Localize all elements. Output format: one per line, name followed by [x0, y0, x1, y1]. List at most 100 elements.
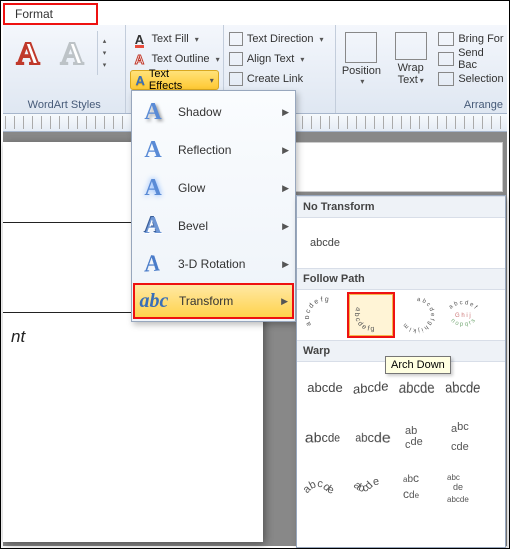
sample-text: abcde [310, 237, 340, 249]
text-fill-label: Text Fill [151, 33, 188, 45]
menu-item-shadow[interactable]: A Shadow ▶ [134, 93, 293, 131]
sample-text: abcde [398, 379, 435, 397]
selection-pane-button[interactable]: Selection [438, 69, 505, 88]
ring-inside-icon: abcde [395, 416, 439, 458]
position-icon [345, 32, 377, 63]
warp-option-10[interactable]: abcde [349, 466, 393, 508]
wrap-text-icon [395, 32, 427, 60]
sample-text: abcde [444, 378, 481, 396]
group-label-arrange: Arrange [464, 99, 503, 111]
text-effects-label: Text Effects [149, 68, 204, 92]
transform-option-circle[interactable]: a b c d e f g h i j k l m [395, 294, 439, 336]
menu-item-bevel[interactable]: A Bevel ▶ [134, 207, 293, 245]
align-text-label: Align Text [247, 53, 295, 65]
tooltip-arch-down: Arch Down [385, 356, 451, 374]
text-direction-button[interactable]: Text Direction ▾ [226, 29, 333, 49]
shadow-icon: A [144, 99, 161, 126]
arch-down-icon: a b c d e f g [351, 295, 391, 335]
text-effects-icon: A [135, 73, 144, 88]
create-link-label: Create Link [247, 73, 303, 85]
wordart-gallery-expand[interactable]: ▴ ▾ ▾ [97, 31, 111, 75]
section-follow-path: Follow Path [297, 268, 505, 290]
menu-label-shadow: Shadow [178, 105, 221, 119]
chevron-down-icon: ▾ [210, 76, 214, 85]
transform-option-none[interactable]: abcde [303, 222, 347, 264]
svg-text:abc: abc [403, 471, 419, 485]
menu-item-3d-rotation[interactable]: A 3-D Rotation ▶ [134, 245, 293, 283]
section-no-transform: No Transform [297, 196, 505, 218]
chevron-down-icon: ▾ [300, 55, 304, 64]
bring-forward-label: Bring For [458, 33, 503, 45]
arch-up-icon: a b c d e f g [305, 295, 345, 335]
svg-text:abcde: abcde [351, 476, 380, 495]
warp-option-12[interactable]: abcdeabcde [441, 466, 485, 508]
svg-text:cde: cde [451, 441, 469, 453]
send-backward-label: Send Bac [458, 47, 505, 71]
inflate-icon: abccde [395, 466, 439, 508]
bar-icon: ▾ [103, 61, 107, 69]
chevron-down-icon: ▾ [420, 76, 424, 85]
document-text-fragment: nt [11, 327, 25, 347]
button-path-icon: a b c d e fn o p q r sG h i j [443, 295, 483, 335]
warp-option-6[interactable]: abcde [349, 416, 393, 458]
transform-icon: abc [140, 290, 169, 313]
svg-text:abcde: abcde [447, 495, 469, 504]
create-link-button[interactable]: Create Link [226, 69, 333, 89]
transform-option-arch-down[interactable]: a b c d e f g [349, 294, 393, 336]
menu-label-rotation: 3-D Rotation [178, 257, 245, 271]
position-label: Position [342, 65, 381, 77]
menu-label-transform: Transform [179, 294, 233, 308]
svg-text:abc: abc [447, 473, 460, 482]
warp-option-8[interactable]: abccde [441, 416, 485, 458]
menu-label-reflection: Reflection [178, 143, 231, 157]
sample-text: abcde [305, 428, 340, 445]
warp-option-1[interactable]: abcde [303, 366, 347, 408]
warp-icon: abcde [349, 466, 393, 508]
tab-format-label: Format [15, 7, 53, 21]
svg-text:a b c d e f g: a b c d e f g [305, 296, 329, 327]
align-text-icon [229, 52, 243, 66]
svg-text:cde: cde [405, 436, 423, 451]
bring-forward-button[interactable]: Bring For [438, 29, 505, 48]
chevron-right-icon: ▶ [282, 145, 289, 156]
send-backward-button[interactable]: Send Bac [438, 49, 505, 68]
warp-option-9[interactable]: abcde [303, 466, 347, 508]
warp-option-7[interactable]: abcde [395, 416, 439, 458]
wrap-text-button[interactable]: Wrap Text▾ [387, 29, 434, 87]
chevron-right-icon: ▶ [282, 107, 289, 118]
wrap-text-label2: Text [398, 74, 418, 86]
text-outline-button[interactable]: A Text Outline ▾ [128, 49, 220, 69]
selection-pane-icon [438, 72, 454, 86]
align-text-button[interactable]: Align Text ▾ [226, 49, 333, 69]
chevron-up-icon: ▴ [103, 37, 107, 45]
menu-item-glow[interactable]: A Glow ▶ [134, 169, 293, 207]
ring-outside-icon: abccde [441, 416, 485, 458]
text-outline-icon: A [135, 52, 144, 67]
svg-text:a b c d e f g h i j k l m: a b c d e f g h i j k l m [402, 297, 435, 333]
menu-item-transform[interactable]: abc Transform ▶ [134, 283, 293, 319]
text-outline-label: Text Outline [151, 53, 209, 65]
wordart-preset-1[interactable]: A [9, 31, 47, 75]
chevron-down-icon: ▾ [103, 49, 107, 57]
sample-text: abcde [356, 428, 391, 445]
warp-option-5[interactable]: abcde [303, 416, 347, 458]
group-label-wordart: WordArt Styles [3, 99, 125, 111]
position-button[interactable]: Position ▾ [338, 29, 385, 87]
menu-item-reflection[interactable]: A Reflection ▶ [134, 131, 293, 169]
transform-option-button[interactable]: a b c d e fn o p q r sG h i j [441, 294, 485, 336]
tab-format[interactable]: Format [3, 3, 98, 25]
warp-option-11[interactable]: abccde [395, 466, 439, 508]
text-fill-button[interactable]: A Text Fill ▾ [128, 29, 220, 49]
text-direction-label: Text Direction [247, 33, 314, 45]
tooltip-text: Arch Down [391, 359, 445, 371]
wordart-preset-2[interactable]: A [53, 31, 91, 75]
text-effects-button[interactable]: A Text Effects ▾ [130, 70, 218, 90]
svg-text:n o p q r s: n o p q r s [449, 318, 476, 328]
menu-label-glow: Glow [178, 181, 205, 195]
sample-text: abcde [307, 380, 342, 395]
chevron-right-icon: ▶ [282, 183, 289, 194]
warp-icon: abcde [303, 466, 347, 508]
text-fill-icon: A [135, 32, 144, 47]
text-effects-menu: A Shadow ▶ A Reflection ▶ A Glow ▶ A Bev… [131, 90, 296, 322]
transform-option-arch-up[interactable]: a b c d e f g [303, 294, 347, 336]
